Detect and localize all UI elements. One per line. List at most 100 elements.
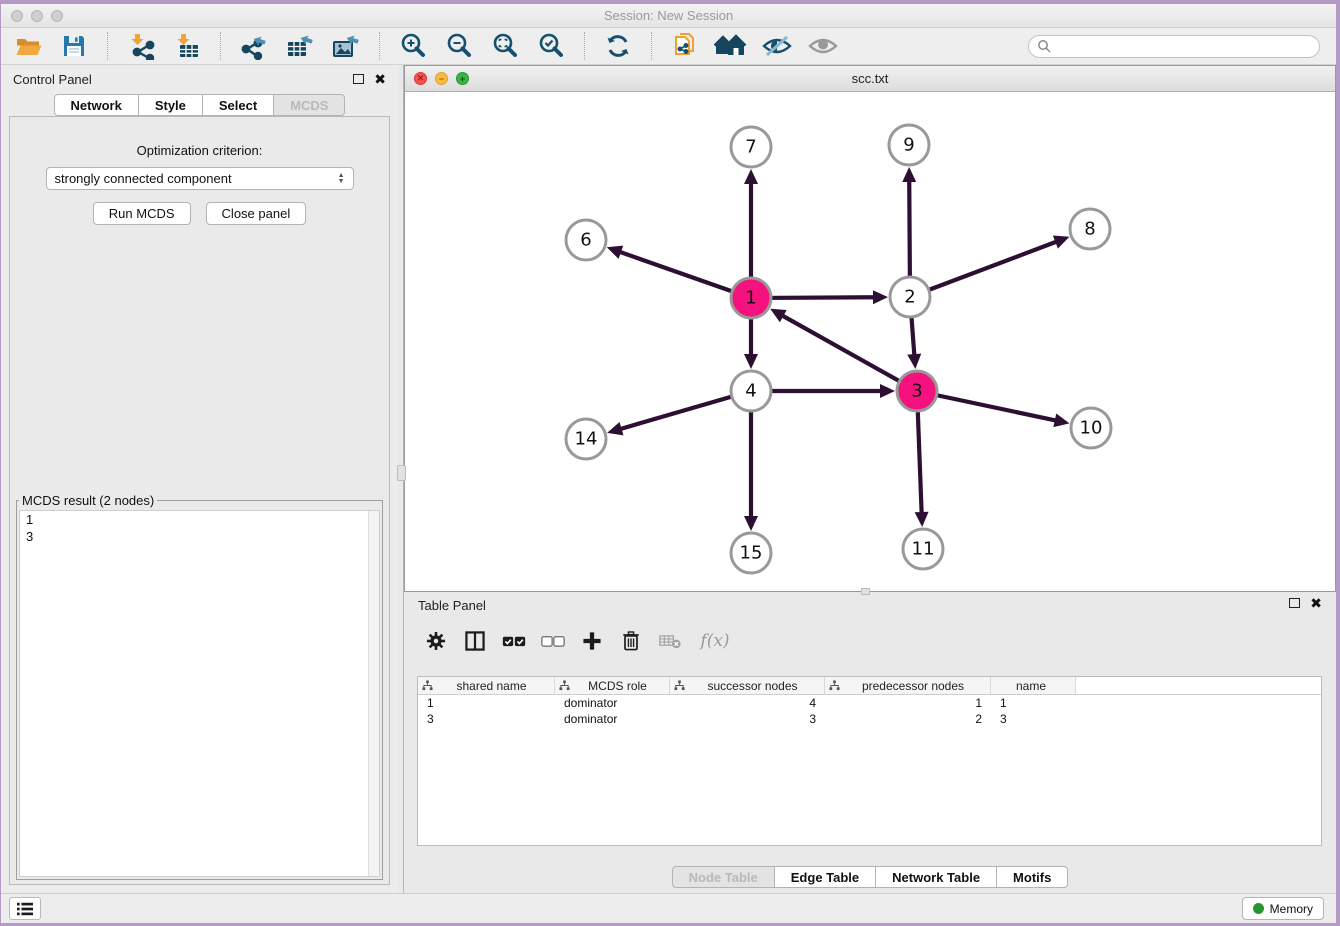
- graph-node-6[interactable]: 6: [566, 220, 606, 260]
- zoom-in-button[interactable]: [396, 31, 430, 61]
- tab-mcds[interactable]: MCDS: [274, 94, 345, 116]
- table-cell[interactable]: 1: [991, 695, 1076, 711]
- graph-node-2[interactable]: 2: [890, 277, 930, 317]
- task-history-button[interactable]: [9, 897, 41, 920]
- delete-table-button[interactable]: [654, 626, 686, 656]
- copy-network-icon: [670, 31, 700, 61]
- criterion-select[interactable]: strongly connected component ▲▼: [46, 167, 354, 190]
- mcds-result-list[interactable]: 13: [19, 510, 380, 877]
- network-canvas[interactable]: 7 9 6 8 1 2 4 3 14 10 15 11: [405, 92, 1335, 591]
- column-header-mcds-role[interactable]: MCDS role: [555, 677, 670, 694]
- zoom-selected-button[interactable]: [534, 31, 568, 61]
- tab-network[interactable]: Network: [54, 94, 139, 116]
- clone-network-button[interactable]: [668, 31, 702, 61]
- table-panel: Table Panel ✖: [404, 592, 1336, 893]
- tab-style[interactable]: Style: [139, 94, 203, 116]
- tab-motifs[interactable]: Motifs: [997, 866, 1068, 888]
- result-scrollbar[interactable]: [368, 511, 379, 876]
- delete-column-button[interactable]: [615, 626, 647, 656]
- import-table-button[interactable]: [170, 31, 204, 61]
- export-network-icon: [240, 32, 268, 60]
- graph-node-3[interactable]: 3: [897, 371, 937, 411]
- mcds-panel: Optimization criterion: strongly connect…: [9, 116, 390, 885]
- close-table-panel-icon[interactable]: ✖: [1310, 598, 1322, 608]
- table-cell[interactable]: dominator: [555, 695, 670, 711]
- graph-edge-2-8[interactable]: [910, 241, 1057, 297]
- node-table[interactable]: shared name MCDS role successor nodesprede…: [417, 676, 1322, 846]
- column-header-shared-name[interactable]: shared name: [418, 677, 555, 694]
- graph-node-4[interactable]: 4: [731, 371, 771, 411]
- save-session-button[interactable]: [57, 31, 91, 61]
- graph-edge-arrowhead: [915, 512, 929, 527]
- splitter-handle[interactable]: [397, 465, 406, 481]
- search-box[interactable]: [1028, 35, 1320, 58]
- column-header-successor-nodes[interactable]: successor nodes: [670, 677, 825, 694]
- table-cell[interactable]: 3: [418, 711, 555, 727]
- graph-edge-arrowhead: [744, 169, 758, 184]
- tab-network-table[interactable]: Network Table: [876, 866, 997, 888]
- fx-icon: f(x): [700, 631, 729, 651]
- table-cell[interactable]: 1: [418, 695, 555, 711]
- float-table-panel-icon[interactable]: [1289, 598, 1300, 608]
- horizontal-splitter-handle[interactable]: [861, 588, 870, 595]
- function-builder-button[interactable]: f(x): [693, 626, 737, 656]
- table-row[interactable]: 3dominator323: [418, 711, 1321, 727]
- float-panel-icon[interactable]: [353, 74, 364, 84]
- graph-edge-3-1[interactable]: [782, 315, 917, 391]
- mcds-result-line: 3: [20, 528, 379, 545]
- search-input[interactable]: [1056, 39, 1311, 53]
- table-cell[interactable]: 2: [825, 711, 991, 727]
- graph-node-7[interactable]: 7: [731, 127, 771, 167]
- graph-node-10[interactable]: 10: [1071, 408, 1111, 448]
- column-header-label: successor nodes: [685, 679, 824, 693]
- table-cell[interactable]: 3: [670, 711, 825, 727]
- column-header-name[interactable]: name: [991, 677, 1076, 694]
- graph-edge-arrowhead: [1053, 236, 1070, 249]
- run-mcds-button[interactable]: Run MCDS: [93, 202, 191, 225]
- zoom-out-button[interactable]: [442, 31, 476, 61]
- column-header-predecessor-nodes[interactable]: predecessor nodes: [825, 677, 991, 694]
- window-title: Session: New Session: [1, 8, 1336, 23]
- graph-node-11[interactable]: 11: [903, 529, 943, 569]
- maximize-network-icon[interactable]: +: [456, 72, 469, 85]
- table-settings-button[interactable]: [420, 626, 452, 656]
- deselect-all-rows-button[interactable]: [537, 626, 569, 656]
- select-all-rows-button[interactable]: [498, 626, 530, 656]
- memory-button[interactable]: Memory: [1242, 897, 1324, 920]
- export-image-button[interactable]: [329, 31, 363, 61]
- show-all-button[interactable]: [806, 31, 840, 61]
- close-panel-button[interactable]: Close panel: [206, 202, 307, 225]
- table-cell[interactable]: 1: [825, 695, 991, 711]
- close-panel-icon[interactable]: ✖: [374, 74, 386, 84]
- graph-node-8[interactable]: 8: [1070, 209, 1110, 249]
- apply-layout-button[interactable]: [601, 31, 635, 61]
- graph-node-15[interactable]: 15: [731, 533, 771, 573]
- graph-node-9[interactable]: 9: [889, 125, 929, 165]
- table-cell[interactable]: 3: [991, 711, 1076, 727]
- tab-select[interactable]: Select: [203, 94, 274, 116]
- split-columns-icon: [463, 629, 487, 653]
- export-network-button[interactable]: [237, 31, 271, 61]
- close-network-icon[interactable]: ✕: [414, 72, 427, 85]
- open-session-button[interactable]: [11, 31, 45, 61]
- table-row[interactable]: 1dominator411: [418, 695, 1321, 711]
- zoom-fit-button[interactable]: [488, 31, 522, 61]
- table-cell[interactable]: 4: [670, 695, 825, 711]
- column-header-label: MCDS role: [570, 679, 669, 693]
- hide-selected-button[interactable]: [760, 31, 794, 61]
- graph-node-14[interactable]: 14: [566, 419, 606, 459]
- window-titlebar: Session: New Session: [1, 4, 1336, 28]
- import-network-button[interactable]: [124, 31, 158, 61]
- tab-edge-table[interactable]: Edge Table: [775, 866, 876, 888]
- network-graph[interactable]: 7 9 6 8 1 2 4 3 14 10 15 11: [405, 92, 1335, 591]
- first-neighbors-button[interactable]: [714, 31, 748, 61]
- tab-node-table[interactable]: Node Table: [672, 866, 775, 888]
- minimize-network-icon[interactable]: −: [435, 72, 448, 85]
- create-column-button[interactable]: [576, 626, 608, 656]
- show-column-panel-button[interactable]: [459, 626, 491, 656]
- graph-node-label: 1: [745, 288, 756, 309]
- table-cell[interactable]: dominator: [555, 711, 670, 727]
- export-table-button[interactable]: [283, 31, 317, 61]
- graph-node-1[interactable]: 1: [731, 278, 771, 318]
- graph-node-label: 10: [1080, 418, 1103, 439]
